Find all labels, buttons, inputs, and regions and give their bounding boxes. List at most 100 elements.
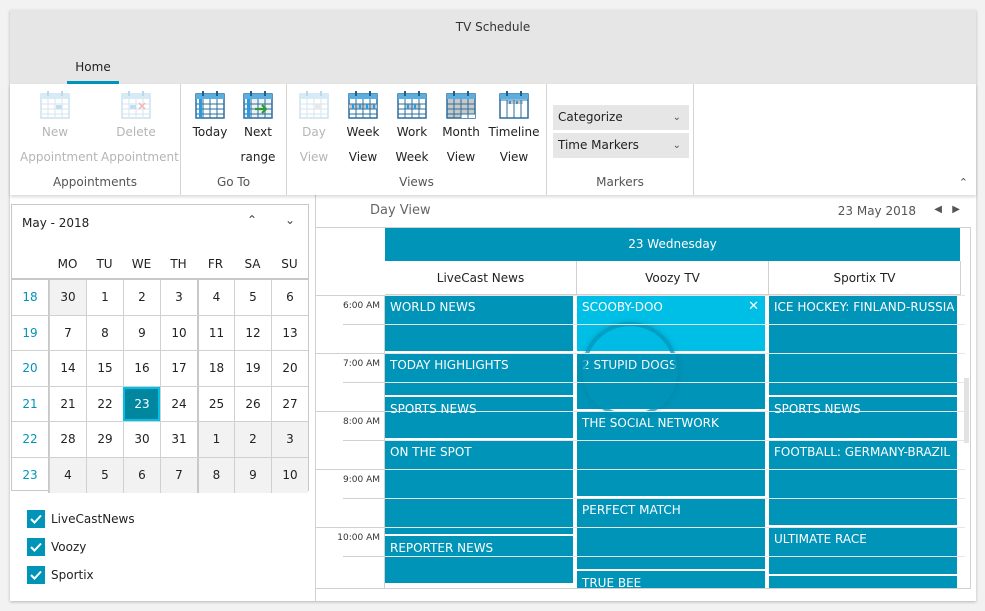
- hour-line: [316, 295, 385, 296]
- timeline-view-button[interactable]: Timeline View: [479, 90, 549, 166]
- appointment[interactable]: SCOOBY-DOO ✕: [577, 295, 765, 351]
- ribbon: New Appointment Delete Appointment Appoi…: [10, 84, 976, 195]
- appointment[interactable]: PERFECT MATCH: [577, 498, 765, 569]
- calendar-day[interactable]: 8: [197, 457, 234, 493]
- calendar-day[interactable]: 14: [49, 351, 86, 386]
- day-of-week-label: MO: [57, 257, 78, 271]
- day-of-week-label: SA: [244, 257, 261, 271]
- calendar-day[interactable]: 6: [123, 457, 160, 493]
- current-date: 23 May 2018: [837, 204, 916, 218]
- calendar-day[interactable]: 11: [197, 315, 234, 350]
- calendar-day[interactable]: 20: [271, 351, 308, 386]
- categorize-dropdown[interactable]: Categorize ⌄: [553, 105, 689, 130]
- filter-voozy[interactable]: Voozy: [27, 533, 135, 561]
- calendar-day[interactable]: 22: [86, 386, 123, 421]
- appointment[interactable]: 2 STUPID DOGS: [577, 353, 765, 409]
- calendar-day[interactable]: 10: [271, 457, 308, 493]
- appointment[interactable]: SPORTS NEWS: [769, 396, 957, 438]
- calendar-day[interactable]: 15: [86, 351, 123, 386]
- calendar-day[interactable]: 2: [234, 422, 271, 457]
- tab-home[interactable]: Home: [67, 58, 119, 84]
- calendar-day[interactable]: 18: [197, 351, 234, 386]
- checkbox[interactable]: [27, 538, 45, 556]
- slot-line: [385, 324, 965, 325]
- calendar-day[interactable]: 27: [271, 386, 308, 421]
- calendar-day[interactable]: 7: [49, 315, 86, 350]
- calendar-day[interactable]: 30: [123, 422, 160, 457]
- appointment-title: PERFECT MATCH: [582, 503, 681, 517]
- calendar-day[interactable]: 28: [49, 422, 86, 457]
- ribbon-group-markers: Categorize ⌄ Time Markers ⌄ Markers: [547, 84, 694, 195]
- appointment[interactable]: FOOTBALL: GERMANY-BRAZIL: [769, 440, 957, 525]
- calendar-day[interactable]: 12: [234, 315, 271, 350]
- calendar-day[interactable]: 4: [49, 457, 86, 493]
- appointment-title: SPORTS NEWS: [774, 401, 861, 416]
- calendar-day[interactable]: 5: [234, 280, 271, 315]
- appointment-title: REPORTER NEWS: [390, 540, 494, 555]
- next-arrow-icon[interactable]: ▶: [952, 204, 960, 215]
- week-number: 20: [12, 351, 49, 386]
- appointment[interactable]: ULTIMATE RACE: [769, 527, 957, 575]
- time-markers-dropdown[interactable]: Time Markers ⌄: [553, 133, 689, 158]
- calendar-day[interactable]: 31: [160, 422, 197, 457]
- calendar-day[interactable]: 30: [49, 280, 86, 315]
- calendar-day[interactable]: 7: [160, 457, 197, 493]
- collapse-ribbon-icon[interactable]: ⌃: [959, 176, 968, 189]
- chevron-down-icon: ⌄: [672, 112, 681, 123]
- chevron-down-icon[interactable]: ⌄: [280, 213, 300, 227]
- calendar-day[interactable]: 13: [271, 315, 308, 350]
- calendar-day[interactable]: 8: [86, 315, 123, 350]
- categorize-value: Categorize: [558, 110, 623, 124]
- group-label-views: Views: [399, 175, 434, 189]
- calendar-day[interactable]: 25: [197, 386, 234, 421]
- calendar-day[interactable]: 10: [160, 315, 197, 350]
- calendar-day[interactable]: 26: [234, 386, 271, 421]
- calendar-day[interactable]: 29: [86, 422, 123, 457]
- appointment[interactable]: TRUE BEE: [577, 570, 765, 589]
- day-of-week-label: TU: [96, 257, 113, 271]
- calendar-day[interactable]: 3: [160, 280, 197, 315]
- previous-arrow-icon[interactable]: ◀: [934, 204, 942, 215]
- calendar-day[interactable]: 6: [271, 280, 308, 315]
- calendar-day[interactable]: 9: [123, 315, 160, 350]
- calendar-day[interactable]: 2: [123, 280, 160, 315]
- calendar-day[interactable]: 3: [271, 422, 308, 457]
- filter-label: Voozy: [51, 540, 87, 554]
- calendar-day[interactable]: 17: [160, 351, 197, 386]
- calendar-day[interactable]: 1: [197, 422, 234, 457]
- appointment[interactable]: THE SOCIAL NETWORK: [577, 411, 765, 496]
- calendar-day[interactable]: 19: [234, 351, 271, 386]
- checkbox[interactable]: [27, 566, 45, 584]
- filter-sportix[interactable]: Sportix: [27, 561, 135, 589]
- delete-appointment-icon[interactable]: ✕: [748, 299, 759, 314]
- slot-line: [385, 556, 965, 557]
- hour-line: [316, 411, 385, 412]
- appointment-title: TRUE BEE: [582, 575, 642, 589]
- appointment[interactable]: TODAY HIGHLIGHTS: [385, 353, 573, 395]
- chevron-up-icon[interactable]: ⌃: [242, 213, 262, 227]
- appointment[interactable]: REPORTER NEWS: [385, 535, 573, 583]
- appointment[interactable]: SPORTS NEWS: [385, 396, 573, 438]
- filter-livecastnews[interactable]: LiveCastNews: [27, 505, 135, 533]
- calendar-day[interactable]: 21: [49, 386, 86, 421]
- calendar-day[interactable]: 4: [197, 280, 234, 315]
- appointment[interactable]: ICE HOCKEY: FINLAND-RUSSIA: [769, 295, 957, 395]
- delete-appointment-button[interactable]: Delete Appointment: [101, 90, 179, 166]
- calendar-day[interactable]: 16: [123, 351, 160, 386]
- appointment[interactable]: ON THE SPOT: [385, 440, 573, 534]
- calendar-day[interactable]: 24: [160, 386, 197, 421]
- calendar-day[interactable]: 5: [86, 457, 123, 493]
- appointment-title: ICE HOCKEY: FINLAND-RUSSIA: [774, 300, 955, 314]
- calendar-next-icon: [243, 91, 273, 119]
- appointment[interactable]: [769, 576, 957, 588]
- slot-line: [385, 440, 965, 441]
- calendar-header[interactable]: May - 2018: [22, 216, 89, 230]
- scheduler: Day View 23 May 2018 ◀ ▶ 23 Wednesday 6:…: [315, 195, 976, 601]
- checkbox[interactable]: [27, 510, 45, 528]
- resource-header: LiveCast News: [385, 261, 577, 295]
- appointment[interactable]: WORLD NEWS: [385, 295, 573, 351]
- calendar-day[interactable]: 9: [234, 457, 271, 493]
- new-appointment-button[interactable]: New Appointment: [20, 90, 98, 166]
- calendar-day[interactable]: 1: [86, 280, 123, 315]
- calendar-day[interactable]: 23: [123, 386, 160, 421]
